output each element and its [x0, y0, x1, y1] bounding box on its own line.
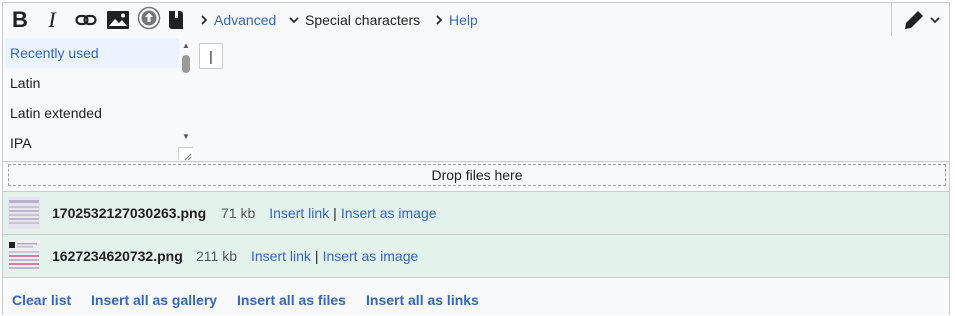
file-row: 1627234620732.png 211 kb Insert link | I…	[3, 235, 949, 278]
image-button[interactable]	[105, 3, 131, 36]
insert-all-as-links-button[interactable]: Insert all as links	[366, 292, 479, 308]
upload-button[interactable]	[136, 1, 162, 34]
separator: |	[314, 248, 319, 264]
scroll-down-arrow-icon[interactable]: ▼	[182, 132, 190, 141]
file-name: 1627234620732.png	[52, 248, 183, 264]
link-button[interactable]	[73, 3, 99, 36]
category-latin-extended[interactable]: Latin extended	[5, 98, 179, 128]
tab-help-label: Help	[449, 11, 478, 28]
file-size: 71 kb	[221, 205, 256, 221]
special-character-button[interactable]: |	[199, 43, 223, 69]
insert-as-image-button[interactable]: Insert as image	[323, 248, 419, 264]
tab-special-characters-label: Special characters	[305, 11, 421, 28]
tab-help[interactable]: Help	[435, 3, 478, 36]
insert-as-image-button[interactable]: Insert as image	[341, 205, 437, 221]
image-icon	[107, 10, 129, 29]
file-drop-zone[interactable]: Drop files here	[8, 164, 946, 186]
pencil-icon	[905, 10, 923, 29]
resize-handle-icon[interactable]	[178, 147, 193, 161]
separator: |	[333, 205, 337, 221]
uploaded-files-list: 1702532127030263.png 71 kb Insert link |…	[3, 191, 949, 278]
file-name: 1702532127030263.png	[52, 205, 207, 221]
editor-toolbar: B I Advanced Special characters Help	[3, 3, 949, 37]
insert-all-as-files-button[interactable]: Insert all as files	[237, 292, 346, 308]
tab-advanced[interactable]: Advanced	[200, 3, 276, 36]
chevron-right-icon	[201, 14, 208, 25]
insert-link-button[interactable]: Insert link	[251, 248, 311, 264]
editing-mode-button[interactable]	[899, 3, 945, 36]
chevron-down-icon	[930, 16, 940, 23]
file-row: 1702532127030263.png 71 kb Insert link |…	[3, 191, 949, 235]
italic-button[interactable]: I	[41, 3, 63, 36]
book-icon	[169, 9, 183, 29]
character-category-list[interactable]: Recently used Latin Latin extended IPA	[5, 38, 179, 161]
tab-special-characters[interactable]: Special characters	[289, 3, 420, 36]
scroll-thumb[interactable]	[182, 55, 190, 73]
file-actions: 211 kb Insert link | Insert as image	[196, 248, 418, 264]
chevron-down-icon	[289, 16, 299, 23]
chevron-right-icon	[436, 14, 443, 25]
upload-actions-bar: Clear list Insert all as gallery Insert …	[3, 284, 949, 316]
category-scrollbar[interactable]: ▲ ▼	[179, 38, 194, 161]
scroll-up-arrow-icon[interactable]: ▲	[182, 41, 190, 50]
insert-link-button[interactable]: Insert link	[269, 205, 329, 221]
file-actions: 71 kb Insert link | Insert as image	[221, 205, 437, 221]
bold-button[interactable]: B	[9, 3, 31, 36]
link-icon	[75, 14, 97, 25]
category-latin[interactable]: Latin	[5, 68, 179, 98]
category-recently-used[interactable]: Recently used	[5, 38, 179, 68]
file-thumbnail[interactable]	[8, 240, 40, 272]
toolbar-divider	[891, 3, 892, 36]
file-size: 211 kb	[196, 248, 237, 264]
file-thumbnail[interactable]	[8, 197, 40, 229]
upload-icon	[137, 6, 161, 29]
insert-all-as-gallery-button[interactable]: Insert all as gallery	[91, 292, 217, 308]
tab-advanced-label: Advanced	[214, 11, 277, 28]
special-characters-panel: Recently used Latin Latin extended IPA ▲…	[3, 36, 949, 162]
clear-list-button[interactable]: Clear list	[12, 292, 71, 308]
category-ipa[interactable]: IPA	[5, 128, 179, 158]
reference-button[interactable]	[165, 3, 187, 36]
editor-frame: B I Advanced Special characters Help Rec…	[2, 2, 950, 315]
